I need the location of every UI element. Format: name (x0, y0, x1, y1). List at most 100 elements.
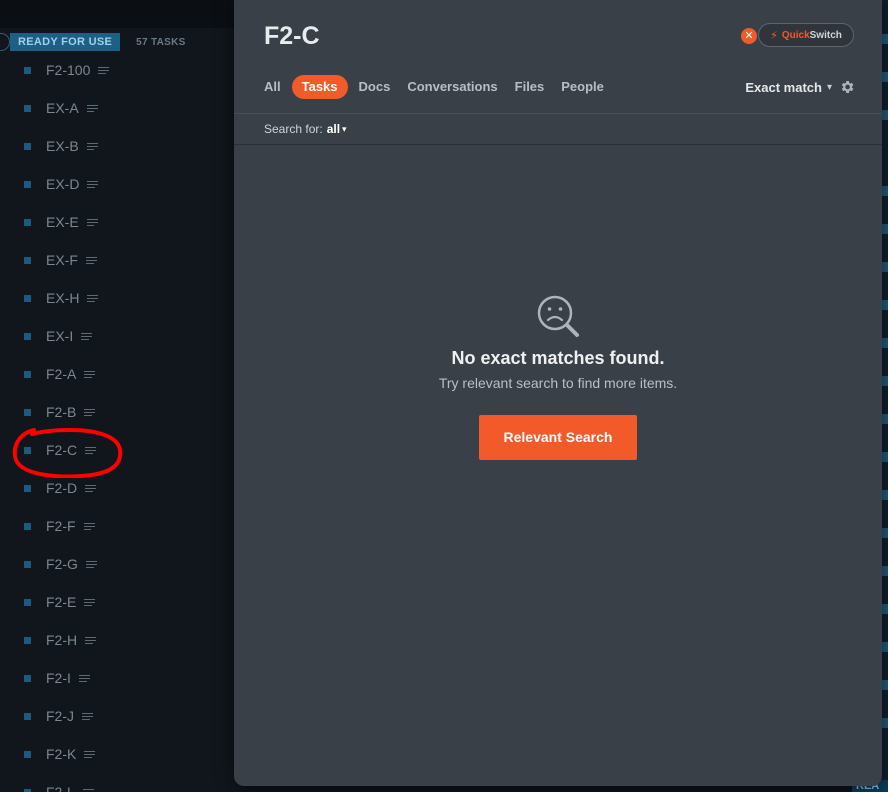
description-icon (84, 750, 96, 758)
app-root: READY FOR USE 57 TASKS F2-100 EX-A EX-B EX-… (0, 0, 888, 792)
task-row[interactable]: F2-H (0, 621, 240, 659)
group-header[interactable]: READY FOR USE 57 TASKS (0, 33, 186, 51)
task-row[interactable]: EX-F (0, 241, 240, 279)
description-icon (85, 256, 97, 264)
description-icon (78, 674, 90, 682)
task-name: F2-L (46, 784, 75, 792)
task-name: F2-100 (46, 62, 91, 78)
status-square-icon (24, 484, 31, 492)
description-icon (86, 104, 98, 112)
task-row[interactable]: F2-F (0, 507, 240, 545)
status-badge: READY FOR USE (10, 33, 121, 51)
search-for-label: Search for: (264, 122, 323, 136)
task-row[interactable]: F2-E (0, 583, 240, 621)
task-row[interactable]: F2-D (0, 469, 240, 507)
status-square-icon (24, 370, 31, 378)
task-name: EX-H (46, 290, 80, 306)
task-name: F2-K (46, 746, 77, 762)
description-icon (86, 142, 98, 150)
search-input[interactable] (264, 20, 684, 52)
search-for-value: all (326, 122, 341, 136)
description-icon (82, 712, 93, 720)
task-row[interactable]: EX-B (0, 127, 240, 165)
task-name: F2-B (46, 404, 77, 420)
task-name: F2-F (46, 518, 76, 534)
quickswitch-switch-label: Switch (809, 29, 842, 41)
status-square-icon (24, 522, 31, 530)
task-name: F2-C (46, 442, 78, 458)
description-icon (82, 788, 94, 792)
description-icon (85, 560, 97, 568)
status-square-icon (24, 408, 31, 416)
task-row[interactable]: F2-C (0, 431, 240, 469)
chevron-down-icon: ▾ (826, 82, 832, 93)
quickswitch-button[interactable]: ⚡ Quick Switch (758, 23, 854, 47)
status-square-icon (24, 712, 31, 720)
status-square-icon (24, 636, 31, 644)
task-row[interactable]: F2-I (0, 659, 240, 697)
task-row[interactable]: F2-J (0, 697, 240, 735)
divider (234, 144, 882, 145)
task-row[interactable]: F2-100 (0, 51, 240, 89)
search-for-filter[interactable]: Search for: all ▾ (264, 122, 347, 136)
empty-state: No exact matches found. Try relevant sea… (234, 294, 882, 460)
task-row[interactable]: F2-B (0, 393, 240, 431)
close-icon: ✕ (744, 30, 754, 42)
tab-all[interactable]: All (258, 75, 287, 99)
description-icon (83, 522, 95, 530)
task-name: F2-D (46, 480, 78, 496)
tab-docs[interactable]: Docs (353, 75, 397, 99)
status-square-icon (24, 750, 31, 758)
tab-people[interactable]: People (555, 75, 610, 99)
status-square-icon (24, 674, 31, 682)
task-row[interactable]: EX-H (0, 279, 240, 317)
status-square-icon (24, 142, 31, 150)
task-row[interactable]: EX-D (0, 165, 240, 203)
description-icon (84, 370, 96, 378)
task-count: 57 TASKS (136, 36, 186, 48)
right-edge-strip (882, 0, 888, 792)
task-row[interactable]: EX-E (0, 203, 240, 241)
sad-magnifier-icon (537, 295, 579, 337)
status-square-icon (24, 256, 31, 264)
task-name: EX-D (46, 176, 80, 192)
task-name: F2-E (46, 594, 77, 610)
tab-tasks[interactable]: Tasks (291, 75, 348, 99)
status-square-icon (24, 598, 31, 606)
collapse-arrow-icon[interactable] (0, 33, 10, 51)
task-row[interactable]: EX-I (0, 317, 240, 355)
task-name: F2-J (46, 708, 74, 724)
empty-subtitle: Try relevant search to find more items. (438, 375, 678, 391)
status-square-icon (24, 218, 31, 226)
divider (234, 113, 882, 114)
search-tabs: All Tasks Docs Conversations Files People (258, 75, 615, 99)
status-square-icon (24, 332, 31, 340)
task-name: EX-B (46, 138, 79, 154)
gear-icon[interactable] (839, 79, 855, 95)
description-icon (87, 180, 99, 188)
status-square-icon (24, 180, 31, 188)
task-row[interactable]: EX-A (0, 89, 240, 127)
clear-search-button[interactable]: ✕ (741, 28, 757, 44)
task-name: F2-A (46, 366, 77, 382)
empty-title: No exact matches found. (451, 348, 665, 368)
tab-files[interactable]: Files (509, 75, 551, 99)
task-list-background: READY FOR USE 57 TASKS F2-100 EX-A EX-B EX-… (0, 0, 240, 792)
description-icon (84, 408, 96, 416)
task-row[interactable]: F2-A (0, 355, 240, 393)
task-row[interactable]: F2-K (0, 735, 240, 773)
task-name: F2-G (46, 556, 78, 572)
task-name: F2-I (46, 670, 71, 686)
relevant-search-button[interactable]: Relevant Search (479, 415, 637, 460)
task-row[interactable]: F2-L (0, 773, 240, 792)
chevron-down-icon: ▾ (342, 123, 347, 134)
tab-conversations[interactable]: Conversations (401, 75, 503, 99)
task-name: EX-I (46, 328, 74, 344)
description-icon (87, 294, 99, 302)
description-icon (98, 66, 110, 74)
quickswitch-quick-label: Quick (781, 29, 810, 41)
task-name: EX-E (46, 214, 79, 230)
match-mode-dropdown[interactable]: Exact match ▾ (745, 80, 832, 95)
status-square-icon (24, 104, 31, 112)
task-row[interactable]: F2-G (0, 545, 240, 583)
